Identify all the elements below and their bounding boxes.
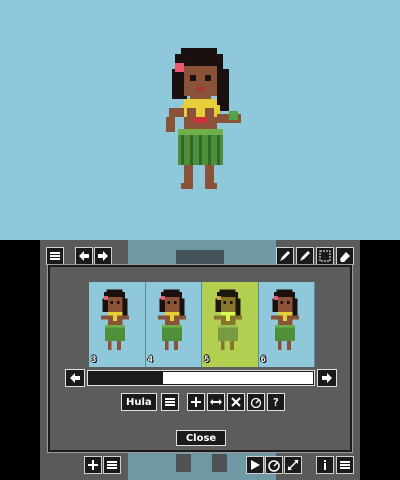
play-button[interactable] bbox=[246, 456, 264, 474]
eraser-icon bbox=[340, 252, 350, 262]
speed-icon bbox=[268, 460, 280, 472]
resize-button[interactable] bbox=[284, 456, 302, 474]
undo-button[interactable] bbox=[75, 247, 93, 265]
scroll-left-button[interactable] bbox=[65, 369, 85, 387]
menu-icon bbox=[50, 252, 60, 260]
frame-number: 6 bbox=[260, 355, 266, 365]
animation-list-button[interactable] bbox=[160, 393, 179, 411]
frame-speed-button[interactable] bbox=[246, 393, 265, 411]
list-icon bbox=[107, 461, 117, 469]
animation-frame[interactable]: 3 bbox=[89, 282, 146, 367]
frame-list-button[interactable] bbox=[103, 456, 121, 474]
info-button[interactable] bbox=[316, 456, 334, 474]
animation-name-button[interactable]: Hula bbox=[121, 393, 157, 411]
speed-icon bbox=[250, 397, 261, 408]
info-icon bbox=[324, 460, 326, 470]
scrollbar-thumb[interactable] bbox=[163, 372, 313, 384]
pen-icon bbox=[280, 251, 290, 261]
right-arrow-icon bbox=[322, 373, 332, 383]
delete-frame-button[interactable] bbox=[226, 393, 245, 411]
help-button[interactable]: ? bbox=[266, 393, 285, 411]
resize-icon bbox=[287, 459, 299, 471]
frame-sprite-thumbnail bbox=[157, 289, 186, 351]
add-frame-button[interactable] bbox=[84, 456, 102, 474]
redo-arrow-icon bbox=[98, 251, 108, 261]
main-menu-button[interactable] bbox=[336, 456, 354, 474]
top-screen-canvas bbox=[0, 0, 400, 240]
menu-icon bbox=[340, 461, 350, 469]
move-frame-button[interactable] bbox=[206, 393, 225, 411]
select-icon bbox=[319, 250, 331, 262]
canvas-ghost-feet bbox=[176, 454, 227, 472]
add-icon bbox=[88, 460, 98, 470]
move-arrows-icon bbox=[209, 399, 222, 405]
pen-tool-button[interactable] bbox=[276, 247, 294, 265]
undo-arrow-icon bbox=[79, 251, 89, 261]
left-arrow-icon bbox=[70, 373, 80, 383]
animation-frame[interactable]: 4 bbox=[145, 282, 202, 367]
frame-number: 4 bbox=[147, 355, 153, 365]
frame-number: 5 bbox=[204, 355, 210, 365]
animation-frame[interactable]: 5 bbox=[202, 282, 259, 367]
menu-button[interactable] bbox=[46, 247, 64, 265]
pen-icon bbox=[300, 251, 310, 261]
animation-toolbar: Hula ? bbox=[121, 393, 285, 411]
add-icon bbox=[190, 397, 201, 407]
frame-sprite-thumbnail bbox=[101, 289, 129, 351]
pen-tool-2-button[interactable] bbox=[296, 247, 314, 265]
speed-button[interactable] bbox=[265, 456, 283, 474]
eraser-tool-button[interactable] bbox=[336, 247, 354, 265]
animation-frame[interactable]: 6 bbox=[258, 282, 315, 367]
hula-dancer-sprite bbox=[166, 48, 241, 189]
play-icon bbox=[251, 460, 260, 470]
close-button[interactable]: Close bbox=[176, 430, 226, 446]
close-icon bbox=[230, 397, 241, 407]
frame-strip: 3 4 5 6 bbox=[89, 282, 315, 367]
frame-sprite-thumbnail bbox=[270, 289, 299, 351]
frame-number: 3 bbox=[91, 355, 97, 365]
toolbar-separator bbox=[181, 393, 185, 411]
redo-button[interactable] bbox=[94, 247, 112, 265]
select-tool-button[interactable] bbox=[316, 247, 334, 265]
frame-sprite-thumbnail bbox=[214, 289, 242, 351]
frame-scroller bbox=[65, 369, 337, 387]
animation-dialog: 3 4 5 6 Hula ? Close bbox=[47, 264, 353, 453]
list-icon bbox=[164, 398, 175, 406]
scrollbar-track[interactable] bbox=[87, 370, 315, 386]
scroll-right-button[interactable] bbox=[317, 369, 337, 387]
add-frame-button[interactable] bbox=[186, 393, 205, 411]
